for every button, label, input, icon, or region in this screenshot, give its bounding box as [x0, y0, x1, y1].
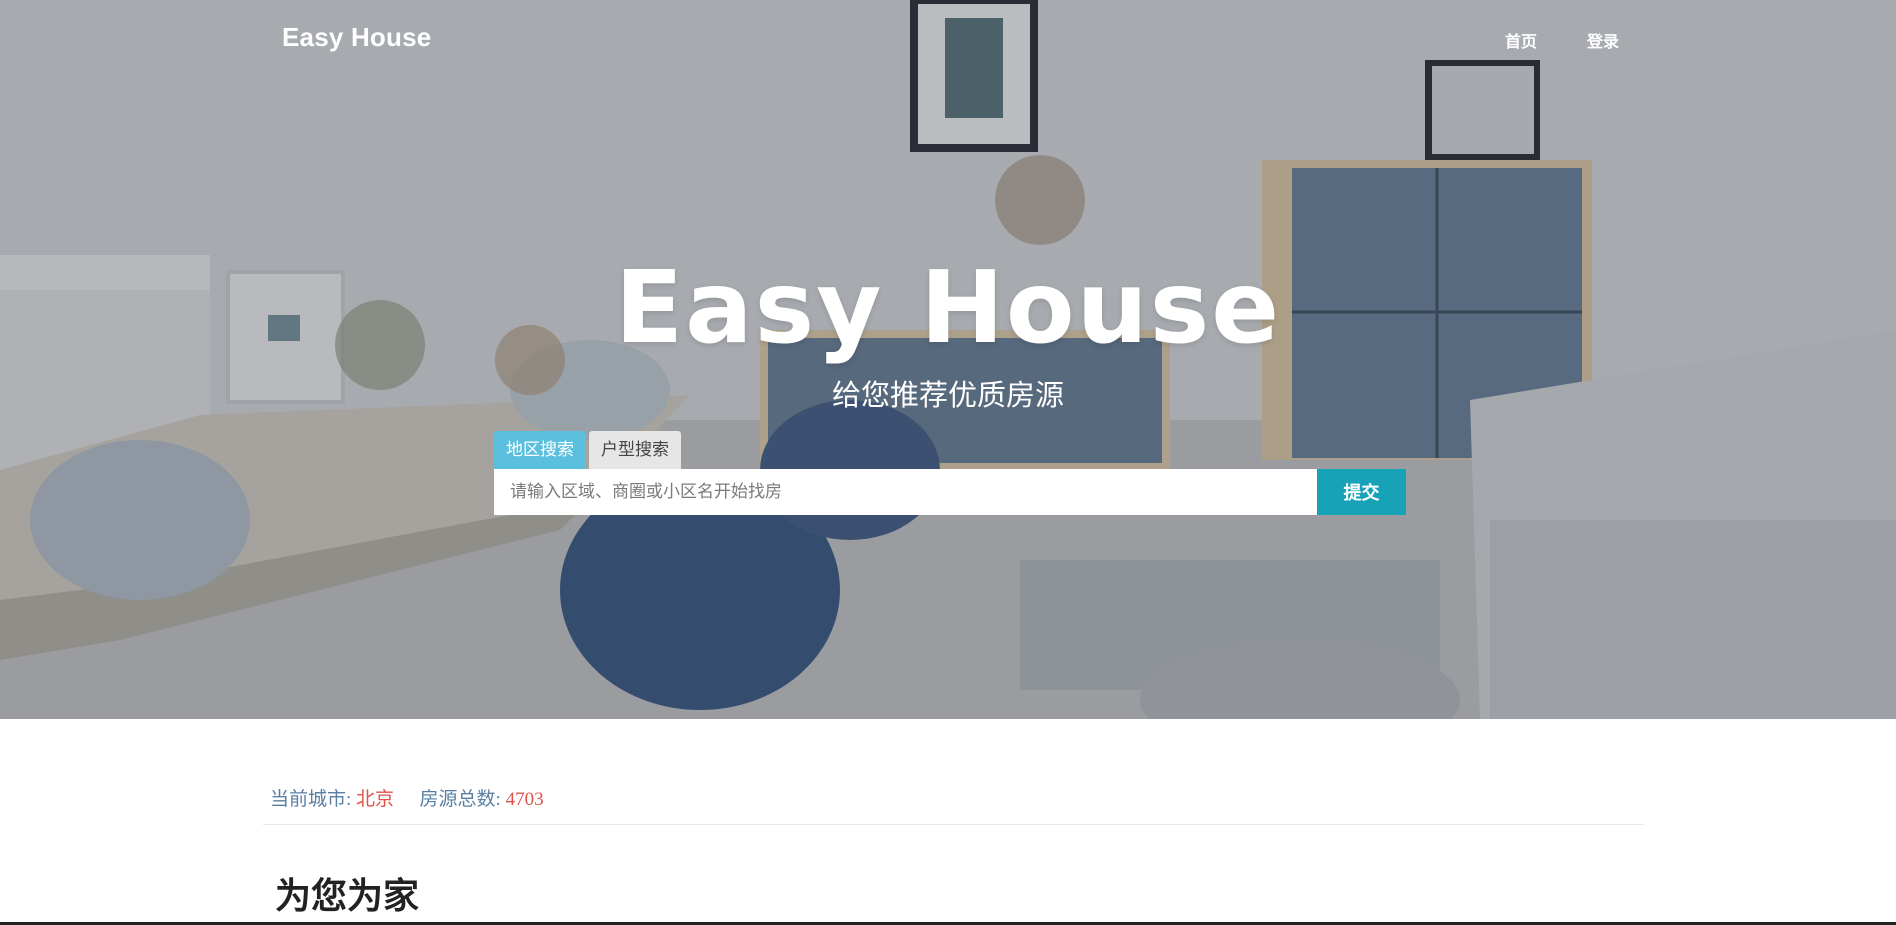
hero-title: Easy House: [614, 249, 1282, 366]
brand-logo[interactable]: Easy House: [282, 22, 431, 53]
total-label: 房源总数:: [419, 789, 501, 810]
nav-link-home[interactable]: 首页: [1505, 28, 1537, 52]
hero-section: Easy House 首页 登录 Easy House 给您推荐优质房源 地区搜…: [0, 0, 1896, 719]
city-value: 北京: [356, 789, 395, 810]
section-title: 为您为家: [275, 876, 420, 917]
search-tabs: 地区搜索 户型搜索: [494, 431, 681, 469]
divider: [263, 824, 1644, 825]
search-bar: 提交: [494, 469, 1406, 515]
submit-button[interactable]: 提交: [1317, 469, 1406, 515]
tab-layout-search[interactable]: 户型搜索: [589, 431, 681, 469]
total-value: 4703: [505, 789, 544, 810]
nav-link-login[interactable]: 登录: [1587, 28, 1619, 52]
city-info: 当前城市: 北京 房源总数: 4703: [270, 784, 544, 811]
search-input[interactable]: [494, 469, 1317, 515]
hero-subtitle: 给您推荐优质房源: [831, 378, 1064, 412]
tab-area-search[interactable]: 地区搜索: [494, 431, 586, 469]
main-nav: 首页 登录: [1505, 28, 1619, 52]
city-label: 当前城市:: [270, 789, 352, 810]
